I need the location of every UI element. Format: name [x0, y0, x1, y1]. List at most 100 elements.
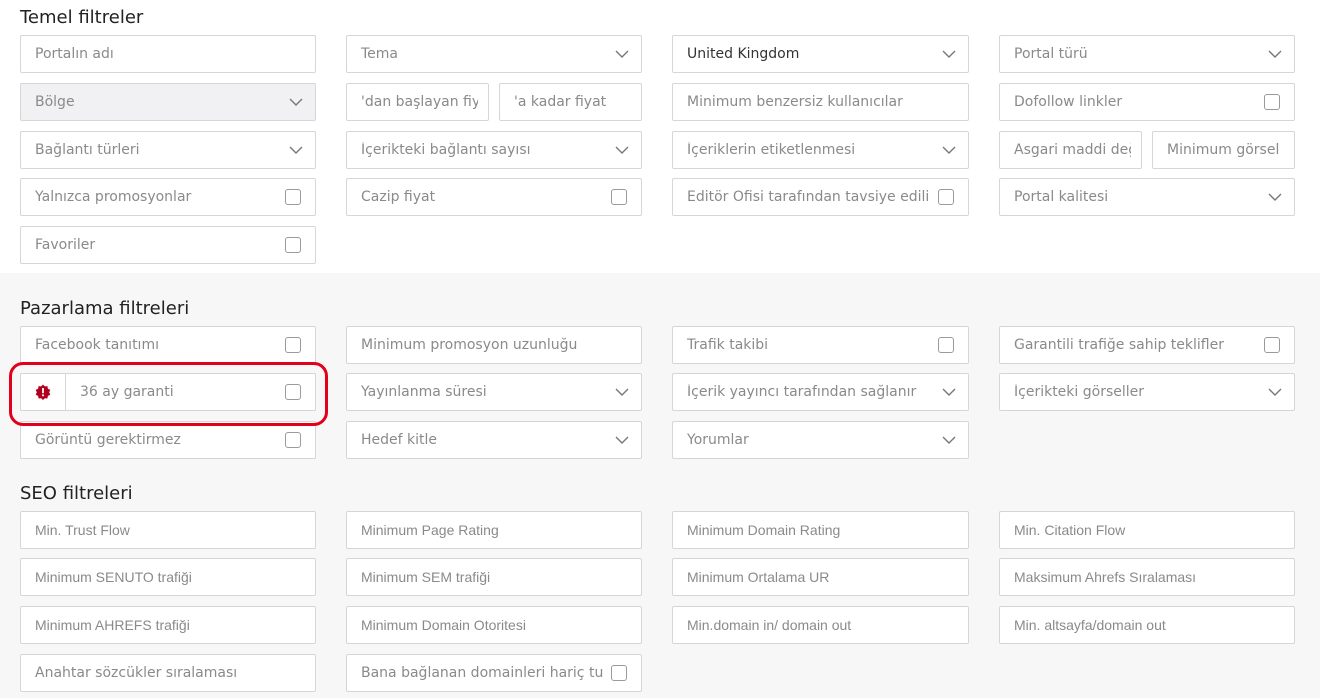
- target-audience-select[interactable]: Hedef kitle: [346, 421, 642, 459]
- min-avg-ur-input[interactable]: Minimum Ortalama UR: [672, 558, 969, 596]
- min-subpage-domain-out-input[interactable]: Min. altsayfa/domain out: [999, 606, 1295, 644]
- guarantee-36-label: 36 ay garanti: [80, 384, 174, 400]
- attractive-price-label: Cazip fiyat: [361, 189, 436, 205]
- facebook-promo-checkbox-field[interactable]: Facebook tanıtımı: [20, 326, 316, 364]
- no-image-required-checkbox-field[interactable]: Görüntü gerektirmez: [20, 421, 316, 459]
- favorites-checkbox[interactable]: [285, 237, 301, 253]
- min-ahrefs-input[interactable]: Minimum AHREFS trafiği: [20, 606, 316, 644]
- min-citation-flow-placeholder: Min. Citation Flow: [1014, 522, 1126, 538]
- min-domain-authority-input[interactable]: Minimum Domain Otoritesi: [346, 606, 642, 644]
- price-to-placeholder: 'a kadar fiyat: [514, 94, 607, 110]
- min-image-input[interactable]: Minimum görsel ve: [1152, 131, 1295, 169]
- min-domain-in-out-placeholder: Min.domain in/ domain out: [687, 617, 852, 633]
- marketing-filters-title: Pazarlama filtreleri: [20, 298, 190, 319]
- min-senuto-input[interactable]: Minimum SENUTO trafiği: [20, 558, 316, 596]
- exclude-linking-domains-checkbox-field[interactable]: Bana bağlanan domainleri hariç tut: [346, 654, 642, 692]
- portal-name-input[interactable]: Portalın adı: [20, 35, 316, 73]
- portal-type-select[interactable]: Portal türü: [999, 35, 1295, 73]
- min-domain-rating-input[interactable]: Minimum Domain Rating: [672, 511, 969, 549]
- min-ahrefs-placeholder: Minimum AHREFS trafiği: [35, 617, 190, 633]
- exclude-linking-domains-checkbox[interactable]: [611, 665, 627, 681]
- dofollow-links-checkbox[interactable]: [1264, 94, 1280, 110]
- min-domain-in-out-input[interactable]: Min.domain in/ domain out: [672, 606, 969, 644]
- favorites-checkbox-field[interactable]: Favoriler: [20, 226, 316, 264]
- dofollow-links-checkbox-field[interactable]: Dofollow linkler: [999, 83, 1295, 121]
- min-page-rating-placeholder: Minimum Page Rating: [361, 522, 499, 538]
- promotions-only-checkbox[interactable]: [285, 189, 301, 205]
- link-types-select[interactable]: Bağlantı türleri: [20, 131, 316, 169]
- portal-name-placeholder: Portalın adı: [35, 46, 114, 62]
- images-in-content-placeholder: İçerikteki görseller: [1014, 384, 1145, 400]
- chevron-down-icon: [942, 143, 956, 157]
- portal-quality-select[interactable]: Portal kalitesi: [999, 178, 1295, 216]
- publish-duration-placeholder: Yayınlanma süresi: [361, 384, 487, 400]
- no-image-required-checkbox[interactable]: [285, 432, 301, 448]
- comments-select[interactable]: Yorumlar: [672, 421, 969, 459]
- theme-select[interactable]: Tema: [346, 35, 642, 73]
- facebook-promo-label: Facebook tanıtımı: [35, 337, 159, 353]
- chevron-down-icon: [289, 95, 303, 109]
- links-in-content-select[interactable]: İçerikteki bağlantı sayısı: [346, 131, 642, 169]
- country-value: United Kingdom: [687, 46, 800, 62]
- price-to-input[interactable]: 'a kadar fiyat: [499, 83, 642, 121]
- guarantee-36-checkbox[interactable]: [285, 384, 301, 400]
- chevron-down-icon: [1268, 47, 1282, 61]
- guaranteed-traffic-checkbox-field[interactable]: Garantili trafiğe sahip teklifler: [999, 326, 1295, 364]
- max-ahrefs-rank-input[interactable]: Maksimum Ahrefs Sıralaması: [999, 558, 1295, 596]
- chevron-down-icon: [615, 385, 629, 399]
- links-in-content-placeholder: İçerikteki bağlantı sayısı: [361, 142, 531, 158]
- keyword-ranking-input[interactable]: Anahtar sözcükler sıralaması: [20, 654, 316, 692]
- seo-filters-title: SEO filtreleri: [20, 483, 133, 504]
- region-select[interactable]: Bölge: [20, 83, 316, 121]
- portal-quality-placeholder: Portal kalitesi: [1014, 189, 1109, 205]
- editor-recommended-label: Editör Ofisi tarafından tavsiye edilir: [687, 189, 930, 205]
- content-by-publisher-select[interactable]: İçerik yayıncı tarafından sağlanır: [672, 373, 969, 411]
- min-sem-placeholder: Minimum SEM trafiği: [361, 569, 491, 585]
- editor-recommended-checkbox-field[interactable]: Editör Ofisi tarafından tavsiye edilir: [672, 178, 969, 216]
- min-subpage-domain-out-placeholder: Min. altsayfa/domain out: [1014, 617, 1166, 633]
- images-in-content-select[interactable]: İçerikteki görseller: [999, 373, 1295, 411]
- exclude-linking-domains-label: Bana bağlanan domainleri hariç tut: [361, 665, 603, 681]
- publish-duration-select[interactable]: Yayınlanma süresi: [346, 373, 642, 411]
- min-material-value-input[interactable]: Asgari maddi değer: [999, 131, 1142, 169]
- content-tagging-select[interactable]: İçeriklerin etiketlenmesi: [672, 131, 969, 169]
- traffic-tracking-checkbox-field[interactable]: Trafik takibi: [672, 326, 969, 364]
- link-types-placeholder: Bağlantı türleri: [35, 142, 140, 158]
- badge-alert-icon: [21, 374, 66, 410]
- content-tagging-placeholder: İçeriklerin etiketlenmesi: [687, 142, 856, 158]
- min-unique-users-input[interactable]: Minimum benzersiz kullanıcılar: [672, 83, 969, 121]
- min-image-placeholder: Minimum görsel ve: [1167, 142, 1284, 158]
- chevron-down-icon: [942, 47, 956, 61]
- traffic-tracking-checkbox[interactable]: [938, 337, 954, 353]
- min-page-rating-input[interactable]: Minimum Page Rating: [346, 511, 642, 549]
- guaranteed-traffic-label: Garantili trafiğe sahip teklifler: [1014, 337, 1224, 353]
- theme-placeholder: Tema: [361, 46, 399, 62]
- promotions-only-label: Yalnızca promosyonlar: [35, 189, 192, 205]
- favorites-label: Favoriler: [35, 237, 96, 253]
- chevron-down-icon: [1268, 385, 1282, 399]
- attractive-price-checkbox[interactable]: [611, 189, 627, 205]
- chevron-down-icon: [615, 143, 629, 157]
- min-citation-flow-input[interactable]: Min. Citation Flow: [999, 511, 1295, 549]
- guaranteed-traffic-checkbox[interactable]: [1264, 337, 1280, 353]
- facebook-promo-checkbox[interactable]: [285, 337, 301, 353]
- min-trust-flow-input[interactable]: Min. Trust Flow: [20, 511, 316, 549]
- min-senuto-placeholder: Minimum SENUTO trafiği: [35, 569, 192, 585]
- min-sem-input[interactable]: Minimum SEM trafiği: [346, 558, 642, 596]
- price-from-placeholder: 'dan başlayan fiyat: [361, 94, 478, 110]
- chevron-down-icon: [615, 433, 629, 447]
- chevron-down-icon: [615, 47, 629, 61]
- chevron-down-icon: [942, 385, 956, 399]
- keyword-ranking-placeholder: Anahtar sözcükler sıralaması: [35, 665, 238, 681]
- min-promo-length-input[interactable]: Minimum promosyon uzunluğu: [346, 326, 642, 364]
- country-select[interactable]: United Kingdom: [672, 35, 969, 73]
- min-material-value-placeholder: Asgari maddi değer: [1014, 142, 1131, 158]
- min-domain-authority-placeholder: Minimum Domain Otoritesi: [361, 617, 526, 633]
- attractive-price-checkbox-field[interactable]: Cazip fiyat: [346, 178, 642, 216]
- promotions-only-checkbox-field[interactable]: Yalnızca promosyonlar: [20, 178, 316, 216]
- comments-placeholder: Yorumlar: [687, 432, 749, 448]
- price-from-input[interactable]: 'dan başlayan fiyat: [346, 83, 489, 121]
- guarantee-36-checkbox-field[interactable]: 36 ay garanti: [20, 373, 316, 411]
- editor-recommended-checkbox[interactable]: [938, 189, 954, 205]
- min-avg-ur-placeholder: Minimum Ortalama UR: [687, 569, 830, 585]
